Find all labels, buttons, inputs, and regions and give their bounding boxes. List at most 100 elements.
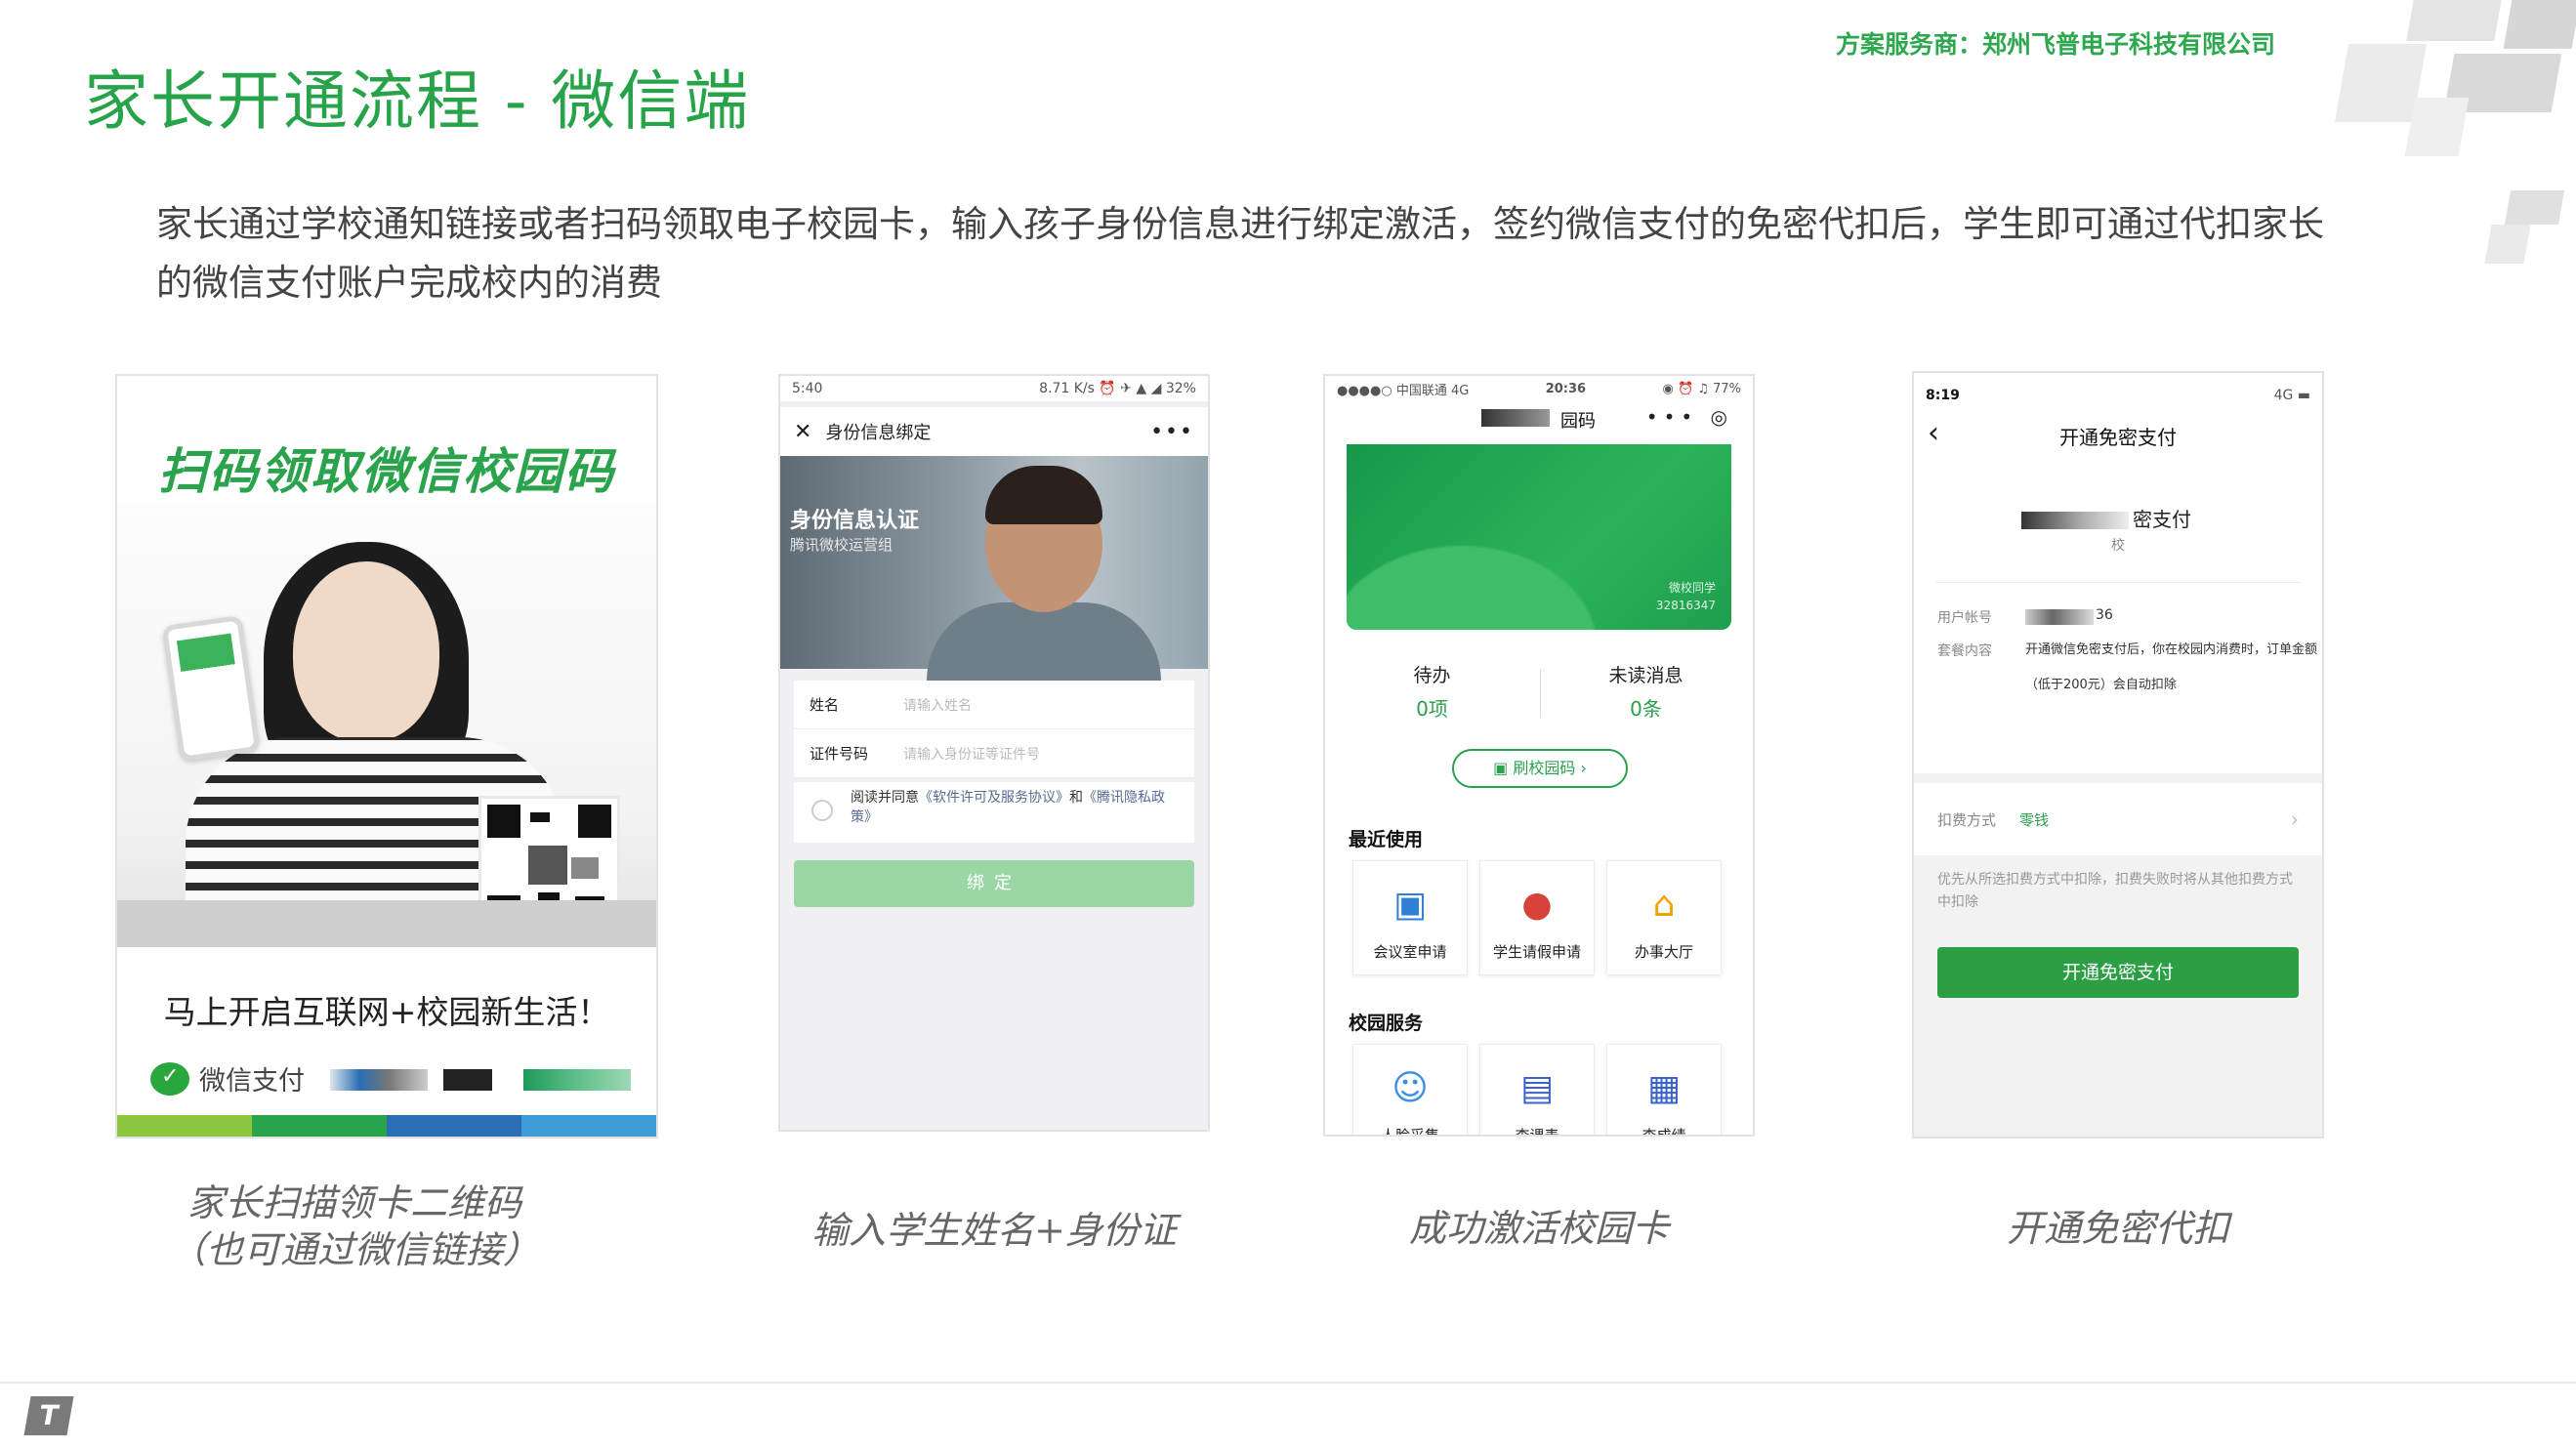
- agree-checkbox[interactable]: [811, 800, 833, 821]
- chevron-right-icon: ›: [2291, 807, 2299, 831]
- poster-color-bar: [117, 1115, 656, 1137]
- method-value: 零钱: [2019, 810, 2050, 829]
- person-face: [293, 561, 439, 742]
- qr-icon: ▣: [1493, 759, 1514, 777]
- phone-image: [161, 614, 261, 763]
- account-value: 36: [2096, 607, 2113, 623]
- status-time: 8:19: [1926, 388, 1960, 403]
- poster-slogan: 马上开启互联网+校园新生活！: [163, 993, 610, 1031]
- partner-logo-blurred: [330, 1069, 428, 1091]
- tile-student-leave[interactable]: ● 学生请假申请: [1479, 860, 1595, 975]
- unread-stat[interactable]: 未读消息 0条: [1539, 659, 1753, 725]
- caption-step-4: 开通免密代扣: [2006, 1207, 2229, 1250]
- stats-row: 待办 0项 未读消息 0条: [1325, 659, 1753, 725]
- caption-step-1-line2: （也可通过微信链接）: [168, 1228, 540, 1271]
- screen-title-text: 园码: [1560, 411, 1596, 432]
- account-row: 用户帐号 36: [1937, 607, 2113, 627]
- tile-meeting-room[interactable]: ▣ 会议室申请: [1352, 860, 1468, 975]
- campus-card[interactable]: 微校同学 32816347: [1347, 444, 1731, 630]
- card-number: 32816347: [1655, 599, 1716, 612]
- person-hair: [985, 466, 1102, 524]
- merchant-name: 密支付: [1914, 504, 2322, 532]
- bind-form: 姓名 请输入姓名 证件号码 请输入身份证等证件号: [794, 681, 1194, 778]
- color-bar-segment: [252, 1115, 387, 1137]
- unread-label: 未读消息: [1608, 665, 1683, 686]
- password-free-pay-screen: 8:19 4G ▬ ‹ 开通免密支付 密支付 校 用户帐号 36 套餐内容 开通…: [1912, 371, 2324, 1138]
- recent-tiles: ▣ 会议室申请 ● 学生请假申请 ⌂ 办事大厅: [1352, 860, 1722, 975]
- id-field[interactable]: 证件号码 请输入身份证等证件号: [794, 729, 1194, 778]
- merchant-name-text: 密支付: [2133, 508, 2191, 531]
- name-input[interactable]: 请输入姓名: [903, 695, 972, 715]
- caption-step-1-line1: 家长扫描领卡二维码: [187, 1181, 521, 1224]
- provider-label: 方案服务商：郑州飞普电子科技有限公司: [1836, 30, 2276, 59]
- name-field[interactable]: 姓名 请输入姓名: [794, 681, 1194, 729]
- tile-timetable[interactable]: ▤ 查课表: [1479, 1044, 1595, 1137]
- company-logo: T: [23, 1396, 74, 1435]
- payment-method-row[interactable]: 扣费方式 零钱 ›: [1914, 783, 2322, 855]
- face-capture-icon: ☺: [1392, 1068, 1429, 1108]
- poster-photo: [117, 503, 656, 947]
- hero-banner: 身份信息认证 腾讯微校运营组: [780, 456, 1208, 681]
- todo-value: 0项: [1416, 697, 1448, 721]
- wechat-pay-label: 微信支付: [199, 1066, 305, 1097]
- color-bar-segment: [521, 1115, 656, 1137]
- status-right: 8.71 K/s ⏰ ✈ ▲ ◢ 32%: [1039, 381, 1196, 396]
- tile-label: 查课表: [1515, 1127, 1559, 1137]
- todo-stat[interactable]: 待办 0项: [1325, 659, 1539, 725]
- tile-label: 学生请假申请: [1492, 943, 1581, 961]
- divider: [1935, 582, 2301, 583]
- method-label: 扣费方式: [1937, 810, 1997, 829]
- id-input[interactable]: 请输入身份证等证件号: [903, 744, 1040, 764]
- campus-tiles: ☺ 人脸采集 ▤ 查课表 ▦ 查成绩: [1352, 1044, 1722, 1137]
- tile-grades[interactable]: ▦ 查成绩: [1606, 1044, 1722, 1135]
- person-body: [927, 602, 1161, 681]
- close-icon[interactable]: ✕: [794, 420, 811, 444]
- status-time: 20:36: [1545, 381, 1587, 396]
- caption-step-1: 家长扫描领卡二维码 （也可通过微信链接）: [115, 1180, 594, 1273]
- tile-label: 人脸采集: [1380, 1127, 1439, 1137]
- caption-step-3: 成功激活校园卡: [1408, 1207, 1669, 1250]
- status-bar: 5:40 8.71 K/s ⏰ ✈ ▲ ◢ 32%: [780, 376, 1208, 401]
- enable-password-free-button[interactable]: 开通免密支付: [1937, 947, 2299, 998]
- tile-face-capture[interactable]: ☺ 人脸采集: [1352, 1044, 1468, 1137]
- chevron-right-icon: ›: [1575, 759, 1587, 777]
- service-hall-icon: ⌂: [1652, 885, 1676, 925]
- more-icon[interactable]: •••: [1150, 420, 1194, 444]
- hero-title: 身份信息认证: [790, 509, 920, 533]
- grades-icon: ▦: [1646, 1068, 1681, 1108]
- nav-bar: ✕ 身份信息绑定 •••: [780, 407, 1208, 456]
- bind-identity-screen: 5:40 8.71 K/s ⏰ ✈ ▲ ◢ 32% ✕ 身份信息绑定 ••• 身…: [778, 374, 1210, 1132]
- tile-service-hall[interactable]: ⌂ 办事大厅: [1606, 860, 1722, 975]
- agreement-row: 阅读并同意《软件许可及服务协议》和《腾讯隐私政策》: [794, 782, 1194, 843]
- todo-label: 待办: [1413, 665, 1451, 686]
- partner-logo-blurred: [523, 1069, 631, 1091]
- agree-and: 和: [1069, 790, 1083, 806]
- corner-decoration: [2334, 0, 2576, 293]
- package-row: 套餐内容 开通微信免密支付后，你在校园内消费时，订单金额（低于200元）会自动扣…: [1937, 641, 2317, 692]
- card-owner: 微校同学 32816347: [1656, 579, 1716, 614]
- deduction-note: 优先从所选扣费方式中扣除，扣费失败时将从其他扣费方式中扣除: [1937, 872, 2293, 910]
- campus-card-screen: ●●●●○ 中国联通 4G 20:36 ◉ ⏰ ♫ 77% 园码 ••• ◎ 微…: [1323, 374, 1755, 1137]
- color-bar-segment: [117, 1115, 252, 1137]
- license-link[interactable]: 《软件许可及服务协议》: [919, 790, 1069, 806]
- name-label: 姓名: [810, 696, 840, 714]
- capsule-menu-icon[interactable]: ••• ◎: [1646, 405, 1733, 429]
- partner-logo-blurred: [443, 1069, 492, 1091]
- stats-divider: [1540, 669, 1541, 718]
- poster-headline: 扫码领取微信校园码: [158, 443, 615, 500]
- scan-code-button[interactable]: ▣ 刷校园码 ›: [1452, 749, 1628, 788]
- account-label: 用户帐号: [1937, 610, 1992, 626]
- hero-subtitle: 腾讯微校运营组: [790, 536, 893, 554]
- tile-label: 会议室申请: [1373, 943, 1447, 961]
- page-title: 家长开通流程 - 微信端: [84, 63, 751, 139]
- bind-button[interactable]: 绑定: [794, 860, 1194, 907]
- wechat-pay-logo: 微信支付: [150, 1059, 305, 1097]
- desk: [117, 900, 656, 947]
- status-bar: ●●●●○ 中国联通 4G 20:36 ◉ ⏰ ♫ 77%: [1325, 376, 1753, 401]
- timetable-icon: ▤: [1519, 1068, 1554, 1108]
- status-bar: 8:19 4G ▬: [1914, 383, 2322, 408]
- status-carrier: ●●●●○ 中国联通 4G: [1337, 383, 1470, 398]
- card-owner-name: 微校同学: [1668, 581, 1716, 595]
- merchant-sub: 校: [2111, 538, 2125, 554]
- package-value: 开通微信免密支付后，你在校园内消费时，订单金额（低于200元）会自动扣除: [2025, 642, 2318, 692]
